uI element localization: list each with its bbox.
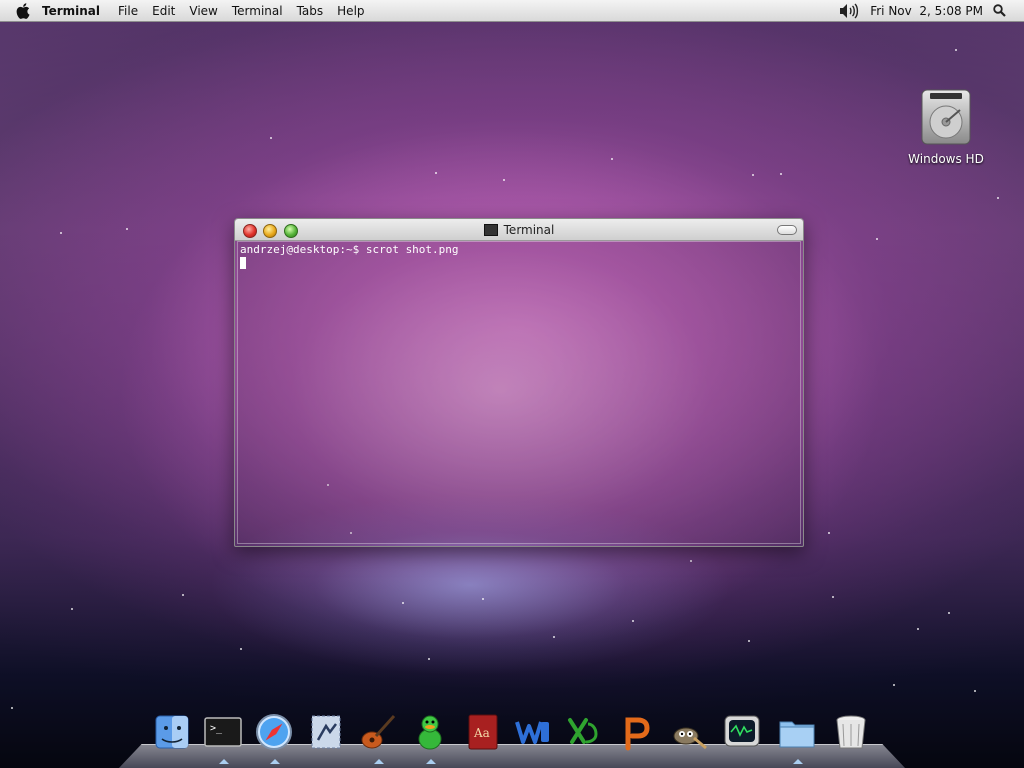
text-cursor bbox=[240, 257, 246, 269]
clock[interactable]: Fri Nov 2, 5:08 PM bbox=[870, 4, 983, 18]
dock-item-garageband[interactable] bbox=[358, 712, 398, 764]
menu-view[interactable]: View bbox=[189, 4, 217, 18]
running-indicator bbox=[793, 759, 803, 764]
dock-item-adium[interactable] bbox=[410, 712, 450, 764]
dock-item-word[interactable] bbox=[513, 712, 553, 752]
dock-item-dictionary[interactable]: Aa bbox=[462, 712, 502, 752]
dock-item-powerpoint[interactable] bbox=[616, 712, 656, 752]
running-indicator bbox=[374, 759, 384, 764]
running-indicator bbox=[219, 759, 229, 764]
terminal-icon bbox=[483, 223, 498, 236]
app-menu[interactable]: Terminal bbox=[42, 4, 100, 18]
svg-text:>_: >_ bbox=[210, 723, 223, 734]
safari-icon bbox=[256, 714, 292, 750]
dock-item-finder[interactable] bbox=[152, 712, 192, 752]
excel-icon bbox=[568, 718, 598, 744]
menu-terminal[interactable]: Terminal bbox=[232, 4, 283, 18]
dock-item-safari[interactable] bbox=[254, 712, 294, 764]
dictionary-icon: Aa bbox=[468, 714, 498, 750]
svg-text:Aa: Aa bbox=[473, 726, 490, 740]
terminal-prompt-line: andrzej@desktop:~$ scrot shot.png bbox=[240, 243, 459, 256]
running-indicator bbox=[270, 759, 280, 764]
terminal-window: Terminal andrzej@desktop:~$ scrot shot.p… bbox=[234, 218, 804, 547]
dock: >_ Aa bbox=[150, 712, 874, 768]
menu-help[interactable]: Help bbox=[337, 4, 364, 18]
desktop-icon-windows-hd[interactable]: Windows HD bbox=[906, 88, 986, 166]
dock-item-folder[interactable] bbox=[777, 712, 817, 764]
menu-edit[interactable]: Edit bbox=[152, 4, 175, 18]
dock-item-terminal[interactable]: >_ bbox=[203, 712, 243, 764]
desktop-icon-label: Windows HD bbox=[908, 152, 984, 166]
dock-item-trash[interactable] bbox=[831, 712, 871, 752]
monitor-icon bbox=[724, 715, 760, 747]
apple-icon[interactable] bbox=[16, 2, 30, 19]
duck-icon bbox=[418, 715, 442, 750]
trash-icon bbox=[836, 715, 866, 749]
folder-icon bbox=[779, 721, 815, 748]
desktop: Terminal File Edit View Terminal Tabs He… bbox=[0, 0, 1024, 768]
mail-icon bbox=[311, 715, 341, 749]
menu-tabs[interactable]: Tabs bbox=[297, 4, 324, 18]
terminal-icon: >_ bbox=[204, 717, 242, 747]
dock-item-mail[interactable] bbox=[306, 712, 346, 752]
menu-extras: Fri Nov 2, 5:08 PM bbox=[838, 0, 1024, 21]
finder-icon bbox=[155, 715, 189, 749]
menu-bar: Terminal File Edit View Terminal Tabs He… bbox=[0, 0, 1024, 22]
gimp-icon bbox=[673, 727, 707, 750]
dock-item-activity-monitor[interactable] bbox=[722, 712, 762, 752]
spotlight-icon[interactable] bbox=[993, 4, 1006, 17]
toolbar-toggle-button[interactable] bbox=[777, 225, 797, 235]
terminal-content[interactable]: andrzej@desktop:~$ scrot shot.png bbox=[237, 241, 801, 544]
menu-file[interactable]: File bbox=[118, 4, 138, 18]
window-titlebar[interactable]: Terminal bbox=[235, 219, 803, 241]
window-title-text: Terminal bbox=[503, 222, 555, 237]
guitar-icon bbox=[361, 714, 396, 749]
dock-item-excel[interactable] bbox=[564, 712, 604, 752]
hard-drive-icon bbox=[906, 88, 986, 150]
window-title: Terminal bbox=[235, 219, 803, 240]
word-icon bbox=[515, 721, 549, 744]
running-indicator bbox=[426, 759, 436, 764]
powerpoint-icon bbox=[625, 717, 650, 751]
dock-item-gimp[interactable] bbox=[668, 712, 708, 752]
volume-icon[interactable] bbox=[838, 2, 860, 19]
